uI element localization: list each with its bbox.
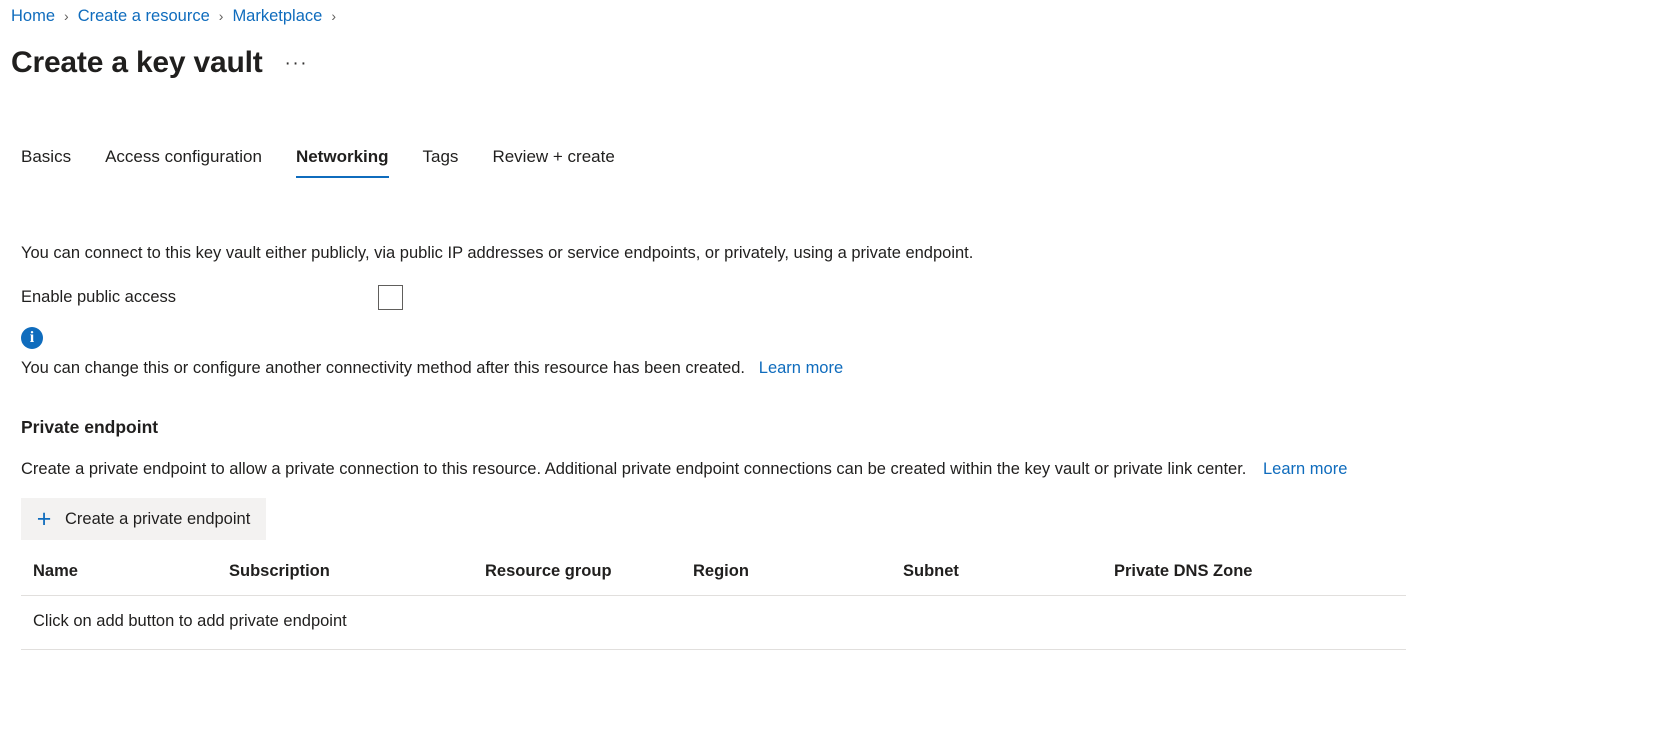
- enable-public-access-checkbox[interactable]: [378, 284, 403, 310]
- info-message-block: i You can change this or configure anoth…: [21, 327, 1641, 379]
- column-header-subnet[interactable]: Subnet: [903, 562, 1114, 596]
- table-header-row: Name Subscription Resource group Region …: [21, 562, 1406, 596]
- breadcrumb-separator-icon: ›: [331, 8, 336, 24]
- wizard-tabs: Basics Access configuration Networking T…: [0, 147, 1661, 187]
- private-endpoint-heading: Private endpoint: [21, 417, 159, 437]
- info-message-text: You can change this or configure another…: [21, 357, 1641, 379]
- tab-label: Basics: [21, 147, 72, 166]
- column-header-private-dns-zone[interactable]: Private DNS Zone: [1114, 562, 1406, 596]
- table-empty-row: Click on add button to add private endpo…: [21, 595, 1406, 650]
- info-message-label: You can change this or configure another…: [21, 359, 746, 377]
- tab-label: Networking: [295, 147, 389, 166]
- breadcrumb-item-create-a-resource[interactable]: Create a resource: [78, 7, 210, 26]
- info-icon: i: [21, 327, 43, 349]
- networking-intro-text: You can connect to this key vault either…: [21, 244, 974, 262]
- column-header-name[interactable]: Name: [21, 562, 229, 596]
- private-endpoint-description-text: Create a private endpoint to allow a pri…: [21, 460, 1247, 478]
- plus-icon: +: [36, 504, 52, 533]
- breadcrumb-separator-icon: ›: [64, 8, 69, 24]
- tab-basics[interactable]: Basics: [21, 147, 87, 178]
- breadcrumb: Home › Create a resource › Marketplace ›: [0, 0, 1661, 28]
- enable-public-access-label: Enable public access: [21, 287, 177, 306]
- tab-access-configuration[interactable]: Access configuration: [105, 147, 278, 178]
- private-endpoint-learn-more-link[interactable]: Learn more: [1263, 460, 1347, 478]
- column-header-subscription[interactable]: Subscription: [229, 562, 485, 596]
- private-endpoints-table: Name Subscription Resource group Region …: [21, 562, 1406, 650]
- tab-label: Tags: [422, 147, 459, 166]
- create-private-endpoint-button[interactable]: + Create a private endpoint: [21, 498, 267, 540]
- enable-public-access-row: Enable public access: [21, 284, 1641, 310]
- info-learn-more-link[interactable]: Learn more: [759, 359, 843, 377]
- table-empty-message: Click on add button to add private endpo…: [21, 595, 1406, 650]
- column-header-region[interactable]: Region: [693, 562, 903, 596]
- private-endpoint-description: Create a private endpoint to allow a pri…: [21, 458, 1641, 480]
- breadcrumb-separator-icon: ›: [218, 8, 224, 24]
- tab-label: Access configuration: [105, 147, 262, 166]
- table-header: Name Subscription Resource group Region …: [21, 562, 1406, 596]
- create-private-endpoint-label: Create a private endpoint: [65, 509, 251, 528]
- tab-label: Review + create: [492, 147, 615, 166]
- networking-tab-content: You can connect to this key vault either…: [0, 240, 1661, 650]
- breadcrumb-item-home[interactable]: Home: [11, 7, 55, 26]
- table-body: Click on add button to add private endpo…: [21, 595, 1406, 650]
- more-actions-icon[interactable]: ···: [285, 54, 308, 78]
- tab-networking[interactable]: Networking: [295, 147, 405, 178]
- page-header: Create a key vault ···: [0, 28, 1661, 78]
- breadcrumb-item-marketplace[interactable]: Marketplace: [232, 7, 322, 26]
- tab-review-create[interactable]: Review + create: [492, 147, 630, 178]
- create-key-vault-page: Home › Create a resource › Marketplace ›…: [0, 0, 1661, 734]
- tab-tags[interactable]: Tags: [423, 147, 475, 178]
- column-header-resource-group[interactable]: Resource group: [485, 562, 693, 596]
- page-title: Create a key vault: [11, 46, 263, 79]
